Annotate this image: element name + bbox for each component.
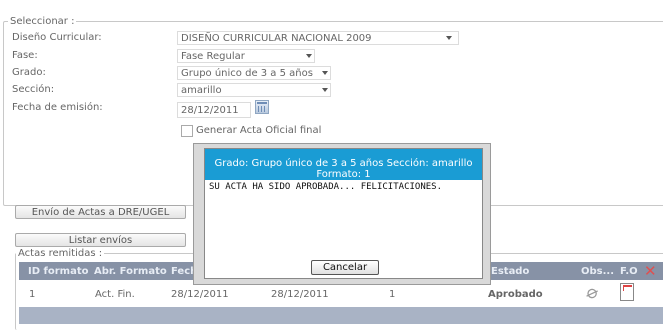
dialog-header: Grado: Grupo único de 3 a 5 años Sección… [205,149,482,180]
grade-label: Grado: [12,67,46,78]
grade-value: Grupo único de 3 a 5 años [181,68,313,79]
date-label: Fecha de emisión: [12,102,103,113]
dialog-title-line1: Grado: Grupo único de 3 a 5 años Sección… [214,158,473,169]
curriculum-value: DISEÑO CURRICULAR NACIONAL 2009 [181,33,372,44]
curriculum-select[interactable]: DISEÑO CURRICULAR NACIONAL 2009 [177,31,459,45]
sent-acts-legend: Actas remitidas : [18,248,103,259]
col-abr[interactable]: Abr. Formato [94,266,167,277]
calendar-icon[interactable] [255,100,269,114]
col-fo[interactable]: F.O [620,266,638,277]
cancel-button[interactable]: Cancelar [311,260,379,275]
approval-dialog: Grado: Grupo único de 3 a 5 años Sección… [204,148,483,279]
section-label: Sección: [12,84,55,95]
send-acts-button[interactable]: Envío de Actas a DRE/UGEL [15,205,186,219]
pdf-icon[interactable] [620,283,634,301]
dialog-message: SU ACTA HA SIDO APROBADA... FELICITACION… [209,182,442,192]
chevron-down-icon [306,54,312,58]
cell-id: 1 [29,289,36,300]
col-estado[interactable]: Estado [491,266,529,277]
cell-fecha-2: 28/12/2011 [271,289,329,300]
paperclip-icon[interactable]: ⌀ [584,281,601,304]
phase-value: Fase Regular [181,51,245,62]
cell-number: 1 [389,289,396,300]
close-icon[interactable]: ✕ [644,262,657,280]
grade-select[interactable]: Grupo único de 3 a 5 años [177,66,331,80]
chevron-down-icon [322,88,328,92]
phase-select[interactable]: Fase Regular [177,49,315,63]
date-input[interactable]: 28/12/2011 [177,102,251,118]
date-value: 28/12/2011 [181,105,239,116]
list-sends-button[interactable]: Listar envíos [15,233,186,247]
phase-label: Fase: [12,50,38,61]
dialog-title-line2: Formato: 1 [316,169,371,180]
curriculum-label: Diseño Curricular: [12,32,102,43]
col-id[interactable]: ID formato [28,266,88,277]
section-select[interactable]: amarillo [177,83,331,97]
grid-footer [19,307,663,324]
final-act-checkbox[interactable] [181,125,193,137]
section-value: amarillo [181,85,222,96]
select-legend: Seleccionar : [10,16,75,27]
final-act-label: Generar Acta Oficial final [196,125,322,136]
chevron-down-icon [322,71,328,75]
cell-fecha: 28/12/2011 [171,289,229,300]
cell-estado: Aprobado [488,289,543,300]
col-obs[interactable]: Obs... [581,266,614,277]
chevron-down-icon [446,36,452,40]
cell-abr: Act. Fin. [95,289,135,300]
